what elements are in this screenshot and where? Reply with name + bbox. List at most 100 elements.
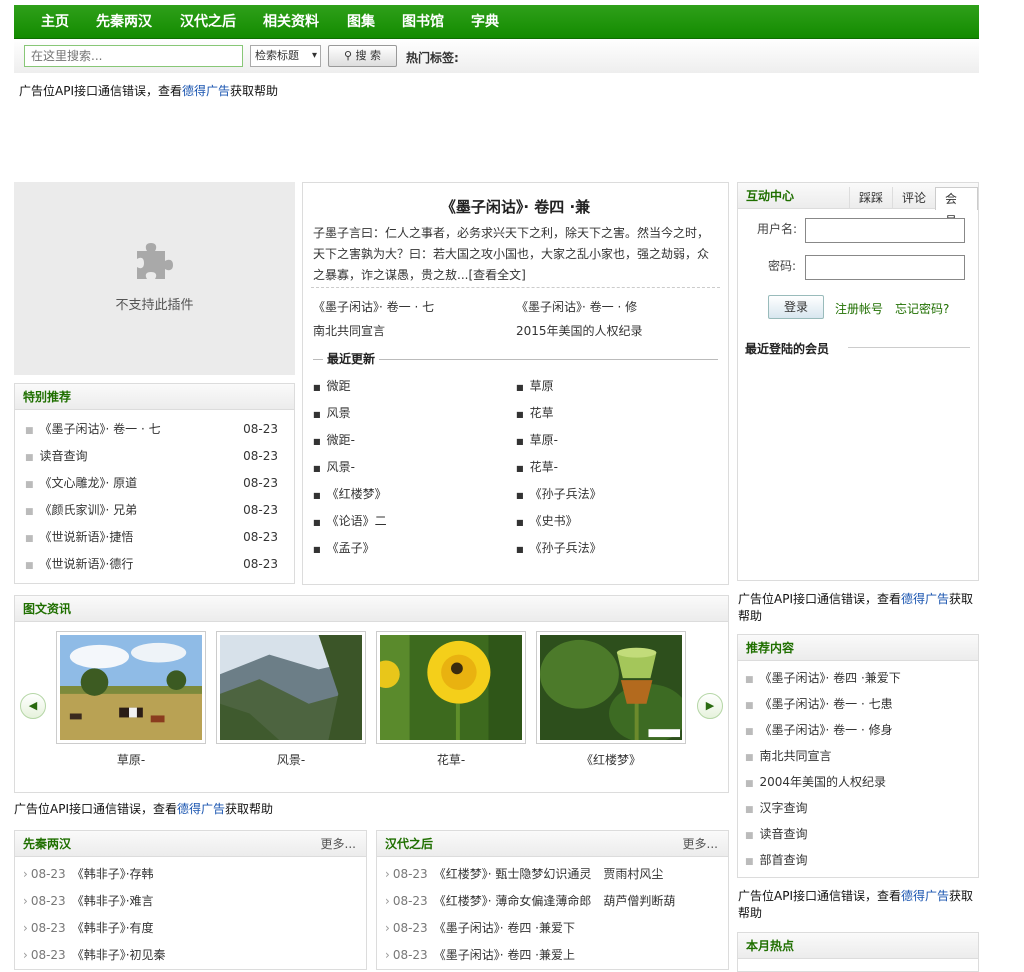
recent-item-label[interactable]: 草原- (530, 433, 558, 447)
recent-item[interactable]: ■ 《论语》二 (313, 512, 387, 530)
nav-dictionary[interactable]: 字典 (471, 5, 499, 39)
ad-link[interactable]: 德得广告 (177, 802, 225, 816)
list-item[interactable]: › 08-23 《墨子闲诂》· 卷四 ·兼爱上 (385, 946, 720, 964)
recent-item-label[interactable]: 《史书》 (530, 514, 578, 528)
ad-link[interactable]: 德得广告 (182, 84, 230, 98)
list-item-title[interactable]: 《红楼梦》· 薄命女偏逢薄命郎 葫芦僧判断葫 (434, 894, 676, 908)
nav-library[interactable]: 图书馆 (402, 5, 444, 39)
recent-item[interactable]: ■ 草原 (516, 377, 554, 395)
list-item-title[interactable]: 《韩非子》·有度 (72, 921, 154, 935)
list-item[interactable]: ■ 《世说新语》·捷悟 08-23 (25, 528, 284, 546)
gallery-caption[interactable]: 风景- (216, 751, 366, 768)
list-item-title[interactable]: 《世说新语》·德行 (40, 557, 134, 571)
list-item[interactable]: › 08-23 《韩非子》·存韩 (23, 865, 358, 883)
article-link[interactable]: 《墨子闲诂》· 卷一 · 七 (313, 298, 434, 315)
list-item[interactable]: › 08-23 《墨子闲诂》· 卷四 ·兼爱下 (385, 919, 720, 937)
nav-pre-qin[interactable]: 先秦两汉 (96, 5, 152, 39)
recent-item[interactable]: ■ 《孙子兵法》 (516, 539, 602, 557)
list-item-title[interactable]: 《墨子闲诂》· 卷一 · 七 (40, 422, 161, 436)
login-button[interactable]: 登录 (768, 295, 824, 319)
article-link[interactable]: 《墨子闲诂》· 卷一 · 修 (516, 298, 637, 315)
recent-item-label[interactable]: 草原 (530, 379, 554, 393)
tab-comments[interactable]: 评论 (892, 187, 935, 209)
list-item[interactable]: ■ 读音查询 (745, 825, 808, 843)
list-item[interactable]: › 08-23 《韩非子》·有度 (23, 919, 358, 937)
read-more-link[interactable]: 之暴寡，诈之谋愚，贵之敖...[查看全文] (313, 265, 718, 286)
list-item-title[interactable]: 2004年美国的人权纪录 (760, 775, 887, 789)
list-item-title[interactable]: 《墨子闲诂》· 卷四 ·兼爱下 (434, 921, 575, 935)
gallery-caption[interactable]: 《红楼梦》 (536, 751, 686, 768)
more-link[interactable]: 更多... (683, 831, 718, 857)
list-item-title[interactable]: 《墨子闲诂》· 卷一 · 七患 (760, 697, 893, 711)
gallery-thumb[interactable] (56, 631, 206, 744)
list-item[interactable]: › 08-23 《红楼梦》· 薄命女偏逢薄命郎 葫芦僧判断葫 (385, 892, 720, 910)
list-item-title[interactable]: 《墨子闲诂》· 卷四 ·兼爱下 (760, 671, 901, 685)
recent-item[interactable]: ■ 《史书》 (516, 512, 578, 530)
recent-item-label[interactable]: 《孟子》 (327, 541, 375, 555)
recent-item-label[interactable]: 《孙子兵法》 (530, 487, 602, 501)
list-item[interactable]: ■ 汉字查询 (745, 799, 808, 817)
gallery-caption[interactable]: 草原- (56, 751, 206, 768)
recent-item-label[interactable]: 风景- (327, 460, 355, 474)
gallery-thumb[interactable] (536, 631, 688, 744)
nav-gallery[interactable]: 图集 (347, 5, 375, 39)
list-item[interactable]: › 08-23 《红楼梦》· 甄士隐梦幻识通灵 贾雨村风尘 (385, 865, 720, 883)
recent-item[interactable]: ■ 风景- (313, 458, 355, 476)
nav-related[interactable]: 相关资料 (263, 5, 319, 39)
nav-home[interactable]: 主页 (41, 5, 69, 39)
list-item-title[interactable]: 《世说新语》·捷悟 (40, 530, 134, 544)
list-item-title[interactable]: 《红楼梦》· 甄士隐梦幻识通灵 贾雨村风尘 (434, 867, 664, 881)
username-field[interactable] (805, 218, 965, 243)
recent-item-label[interactable]: 花草 (530, 406, 554, 420)
list-item[interactable]: ■ 《墨子闲诂》· 卷一 · 七患 (745, 695, 893, 713)
gallery-next-button[interactable]: ▶ (697, 693, 723, 719)
recent-item-label[interactable]: 花草- (530, 460, 558, 474)
recent-item[interactable]: ■ 《孙子兵法》 (516, 485, 602, 503)
article-link[interactable]: 南北共同宣言 (313, 322, 385, 339)
list-item[interactable]: ■ 读音查询 08-23 (25, 447, 284, 465)
article-link[interactable]: 2015年美国的人权纪录 (516, 322, 643, 339)
list-item[interactable]: › 08-23 《韩非子》·难言 (23, 892, 358, 910)
list-item[interactable]: ■ 《世说新语》·德行 08-23 (25, 555, 284, 573)
recent-item[interactable]: ■ 草原- (516, 431, 558, 449)
ad-link[interactable]: 德得广告 (901, 592, 949, 606)
list-item[interactable]: ■ 部首查询 (745, 851, 808, 869)
list-item-title[interactable]: 《墨子闲诂》· 卷一 · 修身 (760, 723, 893, 737)
search-input[interactable] (24, 45, 243, 67)
list-item-title[interactable]: 《韩非子》·难言 (72, 894, 154, 908)
list-item-title[interactable]: 《墨子闲诂》· 卷四 ·兼爱上 (434, 948, 575, 962)
recent-item-label[interactable]: 风景 (327, 406, 351, 420)
recent-item-label[interactable]: 《论语》二 (327, 514, 387, 528)
recent-item[interactable]: ■ 微距- (313, 431, 355, 449)
list-item-title[interactable]: 《韩非子》·初见秦 (72, 948, 166, 962)
nav-after-han[interactable]: 汉代之后 (180, 5, 236, 39)
more-link[interactable]: 更多... (321, 831, 356, 857)
recent-item-label[interactable]: 微距 (327, 379, 351, 393)
list-item-title[interactable]: 《韩非子》·存韩 (72, 867, 154, 881)
forgot-password-link[interactable]: 忘记密码? (895, 300, 949, 317)
list-item[interactable]: › 08-23 《韩非子》·初见秦 (23, 946, 358, 964)
list-item-title[interactable]: 汉字查询 (760, 801, 808, 815)
search-button[interactable]: ⚲ 搜 索 (328, 45, 397, 67)
list-item[interactable]: ■ 《墨子闲诂》· 卷一 · 七 08-23 (25, 420, 284, 438)
list-item[interactable]: ■ 南北共同宣言 (745, 747, 832, 765)
list-item[interactable]: ■ 《文心雕龙》· 原道 08-23 (25, 474, 284, 492)
recent-item-label[interactable]: 微距- (327, 433, 355, 447)
list-item-title[interactable]: 部首查询 (760, 853, 808, 867)
list-item[interactable]: ■ 《墨子闲诂》· 卷四 ·兼爱下 (745, 669, 901, 687)
gallery-caption[interactable]: 花草- (376, 751, 526, 768)
recent-item[interactable]: ■ 微距 (313, 377, 351, 395)
recent-item[interactable]: ■ 《孟子》 (313, 539, 375, 557)
ad-link[interactable]: 德得广告 (901, 889, 949, 903)
gallery-prev-button[interactable]: ◀ (20, 693, 46, 719)
tab-step[interactable]: 踩踩 (849, 187, 892, 209)
recent-item[interactable]: ■ 《红楼梦》 (313, 485, 387, 503)
list-item-title[interactable]: 读音查询 (40, 449, 88, 463)
list-item-title[interactable]: 《文心雕龙》· 原道 (40, 476, 138, 490)
recent-item[interactable]: ■ 花草 (516, 404, 554, 422)
list-item[interactable]: ■ 《颜氏家训》· 兄弟 08-23 (25, 501, 284, 519)
gallery-thumb[interactable] (216, 631, 366, 744)
recent-item[interactable]: ■ 风景 (313, 404, 351, 422)
recent-item-label[interactable]: 《红楼梦》 (327, 487, 387, 501)
list-item-title[interactable]: 《颜氏家训》· 兄弟 (40, 503, 138, 517)
